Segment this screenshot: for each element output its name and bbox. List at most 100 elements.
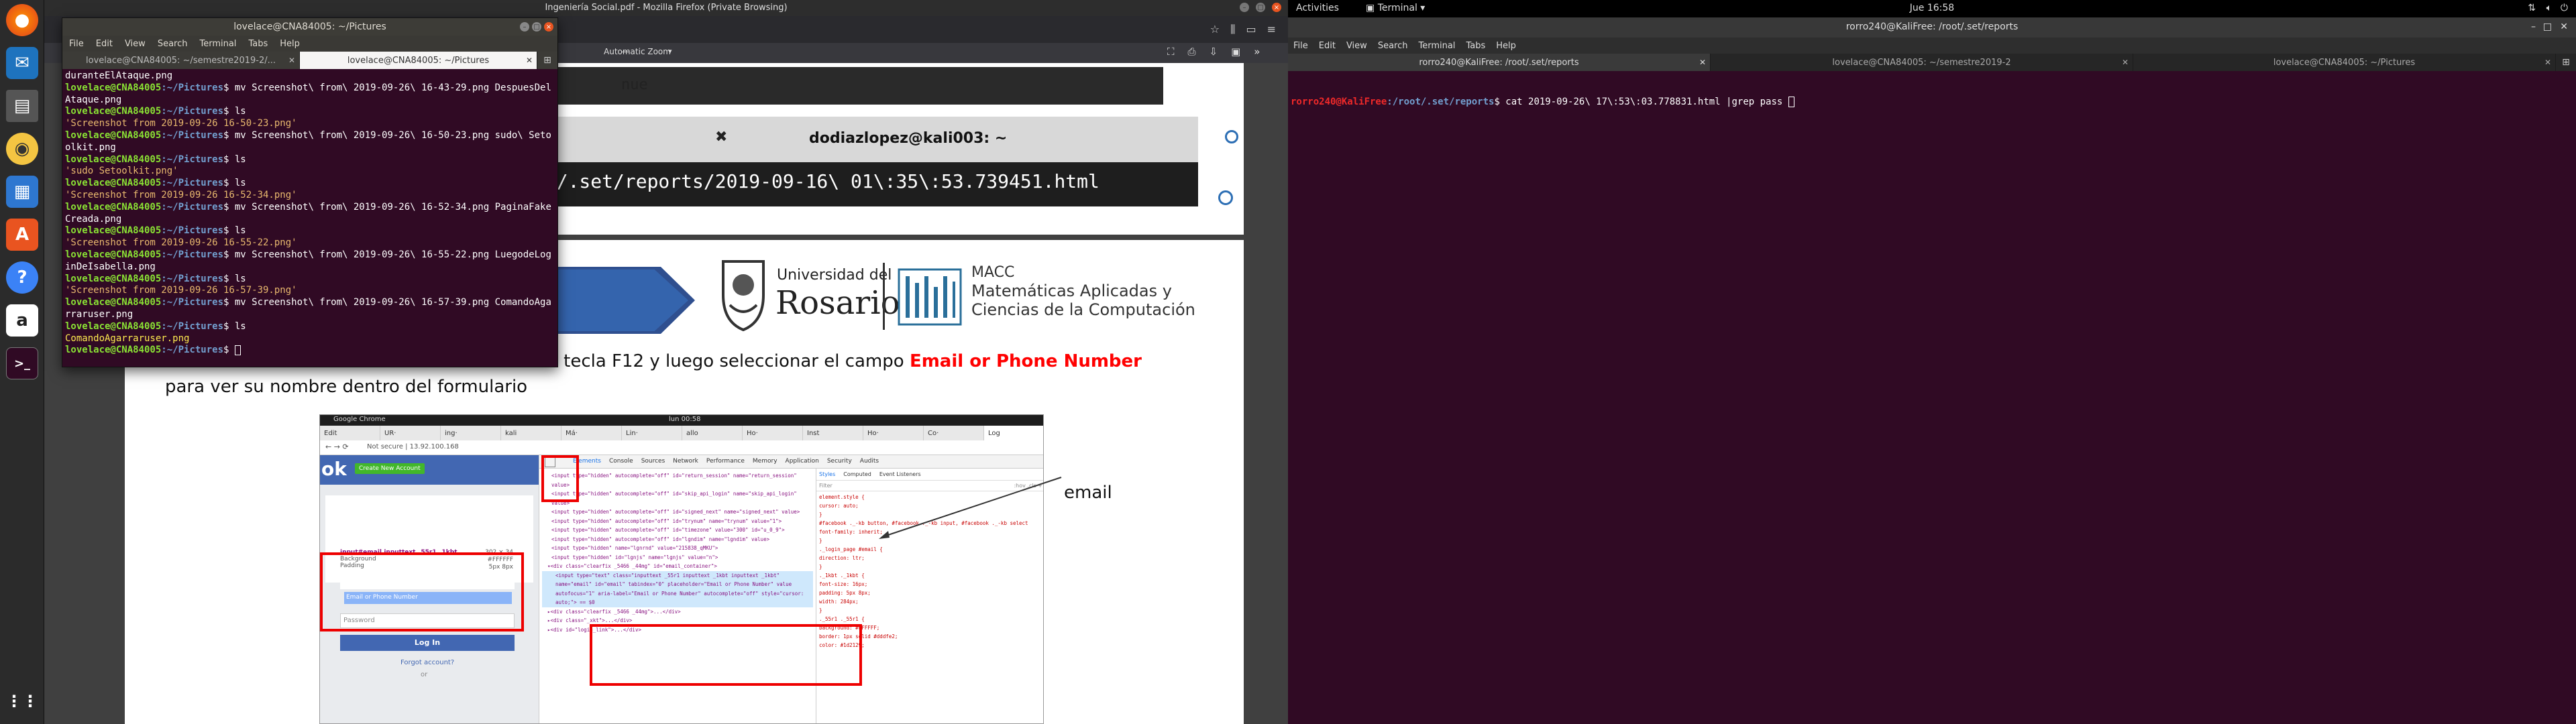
chrome-tab: Inst [803, 426, 863, 440]
minimize-icon[interactable]: – [1240, 3, 1249, 12]
bookmark-icon[interactable]: ▣ [1231, 46, 1240, 58]
save-icon[interactable]: ⇩ [1210, 46, 1218, 58]
embedded-screenshot: Google Chrome lun 00:58 Edit UR· ing· ka… [319, 414, 1044, 724]
menu-edit[interactable]: Edit [1319, 41, 1336, 51]
annotation-label: email [1064, 483, 1112, 503]
menu-icon[interactable]: ≡ [1267, 23, 1276, 36]
highlight-box-email-field [320, 552, 524, 631]
inner-terminal-body: ot/.set/reports/2019-09-16\ 01\:35\:53.7… [534, 162, 1265, 206]
terminal-line: lovelace@CNA84005:~/Pictures$ mv Screens… [65, 249, 551, 272]
login-button: Log In [340, 635, 515, 651]
thunderbird-icon[interactable]: ✉ [6, 47, 38, 79]
files-icon[interactable]: ▤ [6, 90, 38, 122]
pdf-fragment-text: nue [621, 76, 648, 93]
sidebar-icon[interactable]: ▭ [1246, 23, 1256, 36]
close-icon[interactable]: ✕ [526, 56, 533, 65]
writer-icon[interactable]: ▦ [6, 176, 38, 208]
embedded-topbar: Google Chrome lun 00:58 [320, 415, 1043, 426]
terminal-tab[interactable]: lovelace@CNA84005: ~/semestre2019-2 ✕ [1711, 54, 2133, 71]
close-icon[interactable]: × [1272, 3, 1281, 12]
software-icon[interactable]: A [6, 219, 38, 251]
terminal-tab[interactable]: lovelace@CNA84005: ~/semestre2019-2/... ✕ [62, 52, 300, 69]
bookmark-star-icon[interactable]: ☆ [1210, 23, 1220, 36]
clock[interactable]: Jue 16:58 [1288, 3, 2576, 13]
menu-terminal[interactable]: Terminal [199, 39, 236, 49]
terminal-tab[interactable]: lovelace@CNA84005: ~/Pictures ✕ [2133, 54, 2556, 71]
close-icon[interactable]: ✕ [1699, 58, 1706, 67]
inner-terminal-titlebar: ✖ dodiazlopez@kali003: ~ ✖ [534, 117, 1265, 162]
or-text: or [421, 671, 428, 678]
maximize-icon[interactable]: □ [1256, 3, 1265, 12]
close-icon[interactable]: ✕ [2544, 58, 2551, 67]
maximize-icon[interactable]: □ [532, 22, 541, 32]
menu-file[interactable]: File [69, 39, 84, 49]
menu-tabs[interactable]: Tabs [248, 39, 268, 49]
close-icon[interactable]: × [544, 22, 553, 32]
terminal-line: lovelace@CNA84005:~/Pictures$ ls [65, 273, 246, 284]
terminal-cursor [1788, 96, 1794, 107]
terminal-window-left: lovelace@CNA84005: ~/Pictures – □ × File… [62, 17, 558, 367]
print-icon[interactable]: ⎙ [1188, 46, 1196, 58]
tools-icon[interactable]: » [1254, 46, 1260, 58]
embedded-addressbar: ← → ⟳ Not secure | 13.92.100.168 [320, 440, 1043, 455]
menu-view[interactable]: View [1346, 41, 1367, 51]
menu-view[interactable]: View [125, 39, 146, 49]
amazon-icon[interactable]: a [6, 304, 38, 337]
chevron-down-icon[interactable]: ▾ [668, 47, 672, 56]
terminal-tab-active[interactable]: rorro240@KaliFree: /root/.set/reports ✕ [1288, 54, 1711, 71]
embedded-chrome-tabs: Edit UR· ing· kali Má· Lin· allo Ho· Ins… [320, 426, 1043, 440]
terminal-output[interactable]: duranteElAtaque.png lovelace@CNA84005:~/P… [62, 69, 557, 358]
forgot-link: Forgot account? [400, 659, 455, 666]
chrome-tab: Ho· [863, 426, 924, 440]
apps-grid-icon[interactable]: ⋮⋮ [6, 685, 38, 717]
menu-edit[interactable]: Edit [96, 39, 113, 49]
instruction-text-line2: para ver su nombre dentro del formulario [165, 377, 528, 397]
library-icon[interactable]: ⫼ [1230, 23, 1235, 36]
terminal-tab-active[interactable]: lovelace@CNA84005: ~/Pictures ✕ [300, 52, 537, 69]
chrome-tab: Lin· [622, 426, 682, 440]
terminal-line: lovelace@CNA84005:~/Pictures$ mv Screens… [65, 82, 551, 105]
chrome-tab: Ho· [743, 426, 803, 440]
minimize-icon[interactable]: – [520, 22, 529, 32]
terminal-line: lovelace@CNA84005:~/Pictures$ ls [65, 225, 246, 237]
minimize-icon[interactable]: – [2531, 21, 2536, 32]
help-icon[interactable]: ? [6, 261, 38, 294]
presentation-icon[interactable]: ⛶ [1167, 46, 1175, 58]
new-tab-icon[interactable]: ⊞ [2556, 54, 2576, 71]
macc-line2: Ciencias de la Computación [971, 300, 1195, 319]
chrome-tab: UR· [380, 426, 441, 440]
menu-file[interactable]: File [1293, 41, 1308, 51]
new-tab-icon[interactable]: ⊞ [537, 52, 557, 69]
terminal-output[interactable]: rorro240@KaliFree:/root/.set/reports$ ca… [1288, 71, 2576, 724]
terminal-icon[interactable]: >_ [6, 347, 38, 379]
terminal-title: rorro240@KaliFree: /root/.set/reports [1845, 21, 2019, 32]
macc-logo-icon [896, 267, 963, 327]
terminal-line: lovelace@CNA84005:~/Pictures$ ls [65, 154, 246, 165]
menu-help[interactable]: Help [280, 39, 300, 49]
close-icon[interactable]: ✕ [288, 56, 295, 65]
embedded-address: Not secure | 13.92.100.168 [367, 443, 459, 450]
menu-terminal[interactable]: Terminal [1418, 41, 1455, 51]
rosario-logo-line1: Universidad del [777, 267, 892, 284]
maximize-icon[interactable]: □ [2543, 21, 2552, 32]
terminal-line: ComandoAgarraruser.png [65, 333, 190, 344]
terminal-titlebar: rorro240@KaliFree: /root/.set/reports – … [1288, 17, 2576, 38]
macc-title: MACC [971, 264, 1015, 281]
close-icon[interactable]: ✕ [2560, 21, 2568, 32]
menu-tabs[interactable]: Tabs [1466, 41, 1485, 51]
network-icon[interactable]: ⇅ [2528, 3, 2536, 13]
volume-icon[interactable]: 🔈︎ [2546, 3, 2552, 13]
power-icon[interactable]: ⏻ [2561, 3, 2568, 13]
menu-search[interactable]: Search [158, 39, 188, 49]
menu-search[interactable]: Search [1378, 41, 1408, 51]
rhythmbox-icon[interactable]: ◉ [6, 133, 38, 165]
zoom-select[interactable]: Automatic Zoom [604, 47, 671, 56]
terminal-line: 'Screenshot from 2019-09-26 16-52-34.png… [65, 189, 297, 200]
firefox-titlebar: Ingeniería Social.pdf - Mozilla Firefox … [44, 0, 1288, 16]
terminal-line: lovelace@CNA84005:~/Pictures$ ls [65, 320, 246, 332]
close-icon[interactable]: ✕ [2122, 58, 2129, 67]
terminal-titlebar: lovelace@CNA84005: ~/Pictures – □ × [62, 18, 557, 36]
menu-help[interactable]: Help [1496, 41, 1516, 51]
terminal-line: lovelace@CNA84005:~/Pictures$ [65, 345, 555, 357]
firefox-icon[interactable]: ● [6, 4, 38, 36]
